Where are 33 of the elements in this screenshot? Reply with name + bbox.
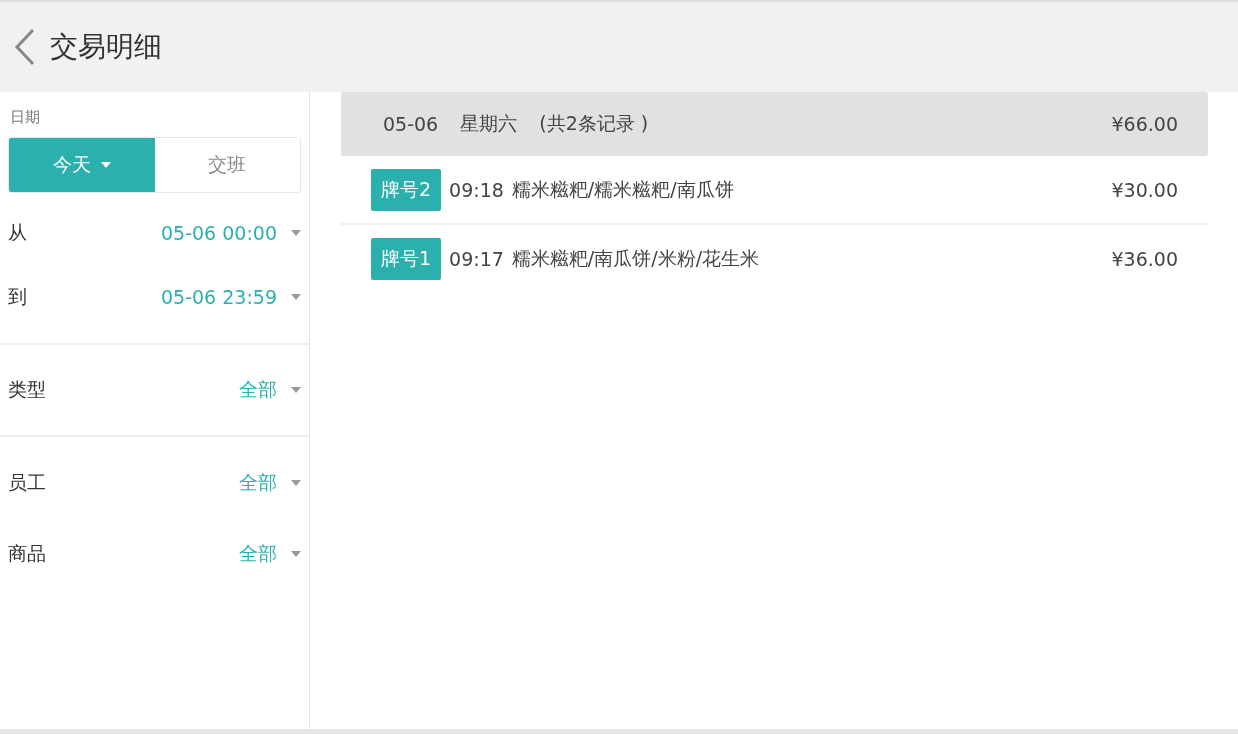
filter-dropdown[interactable]: 05-06 00:00 xyxy=(161,222,301,244)
weekday: 星期六 xyxy=(460,111,518,136)
filter-label: 类型 xyxy=(8,377,46,402)
filter-dropdown[interactable]: 05-06 23:59 xyxy=(161,286,301,308)
caret-icon xyxy=(291,550,301,557)
transaction-time: 09:18 xyxy=(449,178,504,201)
filter-label: 商品 xyxy=(8,540,46,566)
transaction-items: 糯米糍粑/糯米糍粑/南瓜饼 xyxy=(511,176,734,202)
date-tab[interactable]: 今天 xyxy=(9,138,155,192)
number-tag: 牌号2 xyxy=(371,168,442,211)
filter-label: 到 xyxy=(8,284,27,309)
caret-icon xyxy=(291,230,301,236)
day-total: ¥66.00 xyxy=(1111,113,1178,135)
caret-icon xyxy=(291,479,301,486)
page-title: 交易明细 xyxy=(50,29,162,65)
filter-dropdown[interactable]: 全部 xyxy=(239,469,301,496)
transaction-time: 09:17 xyxy=(449,247,504,270)
transaction-amount: ¥30.00 xyxy=(1111,178,1178,201)
filter-label: 员工 xyxy=(8,469,46,495)
filter-dropdown[interactable]: 全部 xyxy=(239,540,301,567)
caret-icon xyxy=(291,294,301,300)
caret-icon xyxy=(291,387,301,393)
transaction-amount: ¥36.00 xyxy=(1111,247,1178,270)
transaction-row[interactable]: 牌号1 09:17 糯米糍粑/南瓜饼/米粉/花生米 ¥36.00 xyxy=(341,225,1208,292)
back-icon[interactable] xyxy=(14,28,36,66)
date-label: 日期 xyxy=(9,107,41,128)
filter-label: 从 xyxy=(8,220,27,245)
filter-dropdown[interactable]: 全部 xyxy=(239,377,301,403)
day-date: 05-06 xyxy=(383,113,439,135)
record-count: (共2条记录 ) xyxy=(539,111,649,136)
transaction-items: 糯米糍粑/南瓜饼/米粉/花生米 xyxy=(511,245,760,271)
number-tag: 牌号1 xyxy=(371,237,442,280)
transaction-row[interactable]: 牌号2 09:18 糯米糍粑/糯米糍粑/南瓜饼 ¥30.00 xyxy=(341,156,1208,225)
